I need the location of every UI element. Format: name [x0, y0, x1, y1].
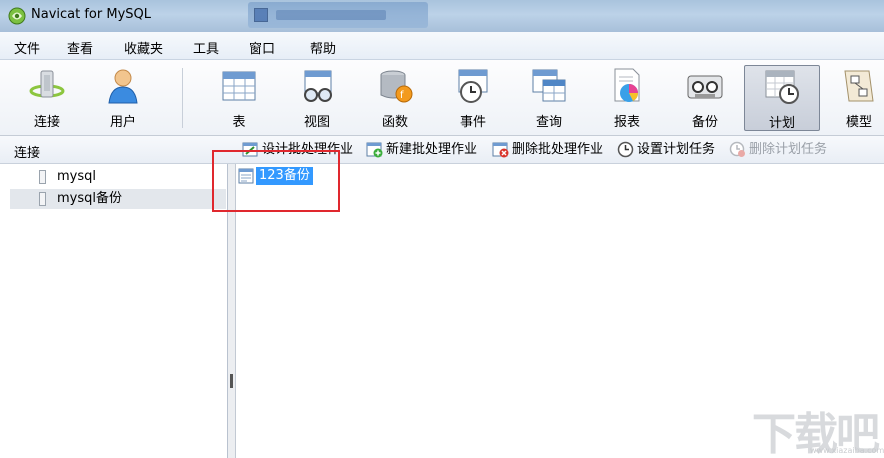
table-icon [222, 71, 256, 101]
delete-batch-job-button[interactable]: 删除批处理作业 [492, 141, 603, 159]
connection-plug-icon [29, 70, 65, 98]
delete-job-icon [492, 142, 509, 158]
user-button[interactable]: 用户 [90, 65, 156, 131]
connection-icon [39, 170, 46, 184]
set-schedule-task-button[interactable]: 设置计划任务 [617, 141, 715, 159]
menu-bar: 文件 查看 收藏夹 工具 窗口 帮助 [0, 32, 884, 60]
connections-header: 连接 [14, 146, 41, 161]
connect-button[interactable]: 连接 [14, 65, 80, 131]
new-job-icon [366, 142, 383, 158]
backup-tape-icon [687, 75, 723, 99]
menu-tools[interactable]: 工具 [193, 38, 219, 57]
svg-text:f: f [400, 90, 404, 101]
window-title: Navicat for MySQL [31, 7, 151, 22]
connection-item-mysql[interactable]: mysql [10, 167, 226, 187]
background-window-tab [248, 2, 428, 28]
function-button[interactable]: f 函数 [362, 65, 428, 131]
menu-file[interactable]: 文件 [14, 38, 40, 57]
schedule-calendar-icon [765, 70, 799, 104]
function-database-icon: f [380, 70, 413, 103]
schedule-button[interactable]: 计划 [744, 65, 820, 131]
highlight-annotation-box [212, 150, 340, 212]
report-button[interactable]: 报表 [594, 65, 660, 131]
delete-schedule-task-button[interactable]: 删除计划任务 [729, 141, 827, 159]
menu-help[interactable]: 帮助 [310, 38, 336, 57]
new-batch-job-button[interactable]: 新建批处理作业 [366, 141, 477, 159]
main-toolbar: 连接 用户 表 视图 f 函数 事件 查询 报表 备份 计划 模型 [0, 60, 884, 136]
view-glasses-icon [304, 70, 332, 102]
menu-window[interactable]: 窗口 [249, 38, 275, 57]
site-watermark: 下载吧 www.xiazaiba.com [752, 409, 884, 458]
query-table-icon [532, 69, 566, 102]
model-button[interactable]: 模型 [826, 65, 884, 131]
splitter-grip[interactable] [230, 374, 233, 388]
event-clock-icon [458, 69, 488, 103]
clock-icon [617, 141, 634, 158]
view-button[interactable]: 视图 [284, 65, 350, 131]
menu-view[interactable]: 查看 [67, 38, 93, 57]
connection-item-mysql-backup[interactable]: mysql备份 [10, 189, 226, 209]
report-chart-icon [614, 68, 640, 102]
navicat-logo-icon [8, 7, 26, 25]
user-icon [108, 69, 138, 104]
backup-button[interactable]: 备份 [672, 65, 738, 131]
delete-clock-icon [729, 141, 745, 157]
toolbar-separator [182, 68, 183, 128]
query-button[interactable]: 查询 [516, 65, 582, 131]
object-toolbar: 连接 设计批处理作业 新建批处理作业 删除批处理作业 设置计划任务 删除计划任务 [0, 136, 884, 164]
model-diagram-icon [844, 70, 874, 102]
window-icon [254, 8, 268, 22]
table-button[interactable]: 表 [206, 65, 272, 131]
event-button[interactable]: 事件 [440, 65, 506, 131]
menu-favorites[interactable]: 收藏夹 [124, 38, 163, 57]
connection-tree: mysql mysql备份 [0, 164, 228, 458]
connection-icon [39, 192, 46, 206]
title-bar: Navicat for MySQL [0, 0, 884, 32]
